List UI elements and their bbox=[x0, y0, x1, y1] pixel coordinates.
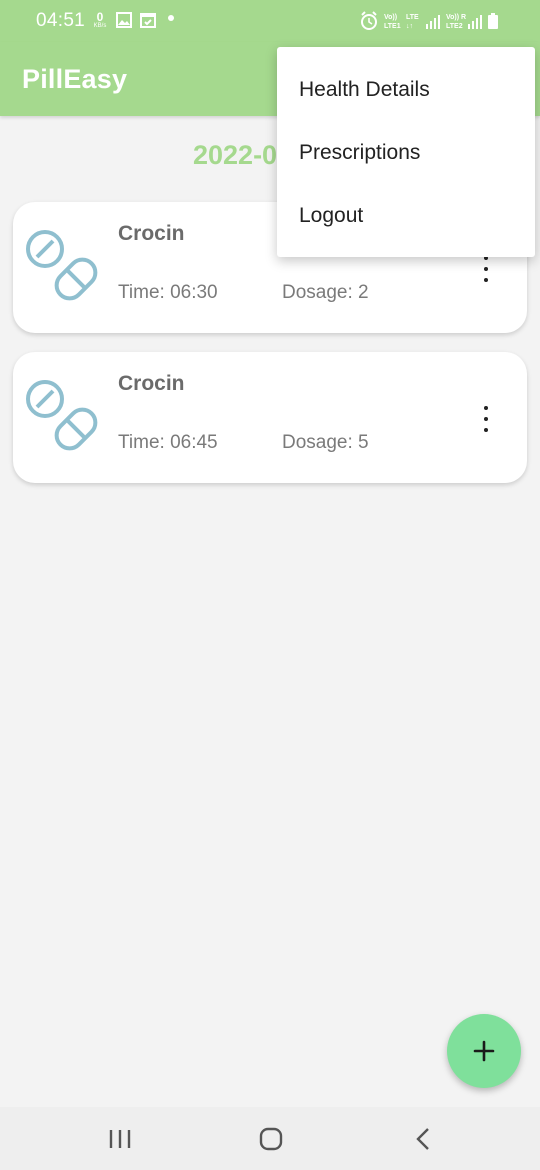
overflow-menu: Health Details Prescriptions Logout bbox=[277, 47, 535, 257]
menu-item-health-details[interactable]: Health Details bbox=[277, 59, 535, 121]
app-title: PillEasy bbox=[22, 64, 128, 94]
medicine-name: Crocin bbox=[118, 222, 185, 245]
more-options-icon[interactable] bbox=[475, 402, 497, 436]
date-heading: 2022-0 bbox=[193, 140, 278, 170]
home-icon[interactable] bbox=[251, 1123, 291, 1155]
medicine-card[interactable]: Crocin Time: 06:45 Dosage: 5 bbox=[13, 352, 527, 483]
gallery-icon bbox=[116, 12, 132, 28]
svg-text:↓↑: ↓↑ bbox=[406, 23, 413, 30]
battery-icon bbox=[488, 13, 498, 29]
pill-icon bbox=[26, 230, 98, 301]
status-right-icons: Vo)) LTE1 LTE ↓↑ Vo)) R LTE2 bbox=[361, 11, 498, 30]
pill-icon bbox=[26, 380, 98, 451]
svg-text:LTE1: LTE1 bbox=[384, 23, 401, 30]
status-bar: 04:51 0 KB/s Vo)) LTE1 LTE ↓↑ Vo)) R LTE… bbox=[0, 0, 540, 42]
volte-lte1-icon: Vo)) LTE1 LTE ↓↑ bbox=[384, 14, 419, 30]
volte-lte2-icon: Vo)) R LTE2 bbox=[446, 14, 466, 30]
medicine-time: Time: 06:45 bbox=[118, 432, 218, 453]
recent-apps-icon[interactable] bbox=[100, 1123, 140, 1155]
signal-icon bbox=[426, 15, 440, 29]
svg-text:LTE2: LTE2 bbox=[446, 23, 463, 30]
navigation-bar bbox=[0, 1107, 540, 1170]
net-speed-unit: KB/s bbox=[93, 23, 107, 29]
status-time: 04:51 bbox=[36, 10, 86, 31]
svg-text:Vo)) R: Vo)) R bbox=[446, 14, 466, 21]
medicine-time: Time: 06:30 bbox=[118, 282, 218, 303]
calendar-check-icon bbox=[140, 13, 156, 28]
notification-dot-icon bbox=[168, 15, 174, 21]
plus-icon bbox=[473, 1040, 495, 1062]
medicine-dosage: Dosage: 2 bbox=[282, 282, 369, 303]
back-icon[interactable] bbox=[403, 1123, 443, 1155]
signal-icon bbox=[468, 15, 482, 29]
menu-item-prescriptions[interactable]: Prescriptions bbox=[277, 122, 535, 184]
net-speed-value: 0 bbox=[96, 10, 104, 24]
svg-text:LTE: LTE bbox=[406, 14, 419, 21]
medicine-dosage: Dosage: 5 bbox=[282, 432, 369, 453]
svg-text:Vo)): Vo)) bbox=[384, 14, 397, 21]
net-speed: 0 KB/s bbox=[90, 11, 110, 29]
more-options-icon[interactable] bbox=[475, 252, 497, 286]
alarm-icon bbox=[361, 11, 377, 30]
medicine-name: Crocin bbox=[118, 372, 185, 395]
add-medicine-button[interactable] bbox=[447, 1014, 521, 1088]
menu-item-logout[interactable]: Logout bbox=[277, 185, 535, 247]
